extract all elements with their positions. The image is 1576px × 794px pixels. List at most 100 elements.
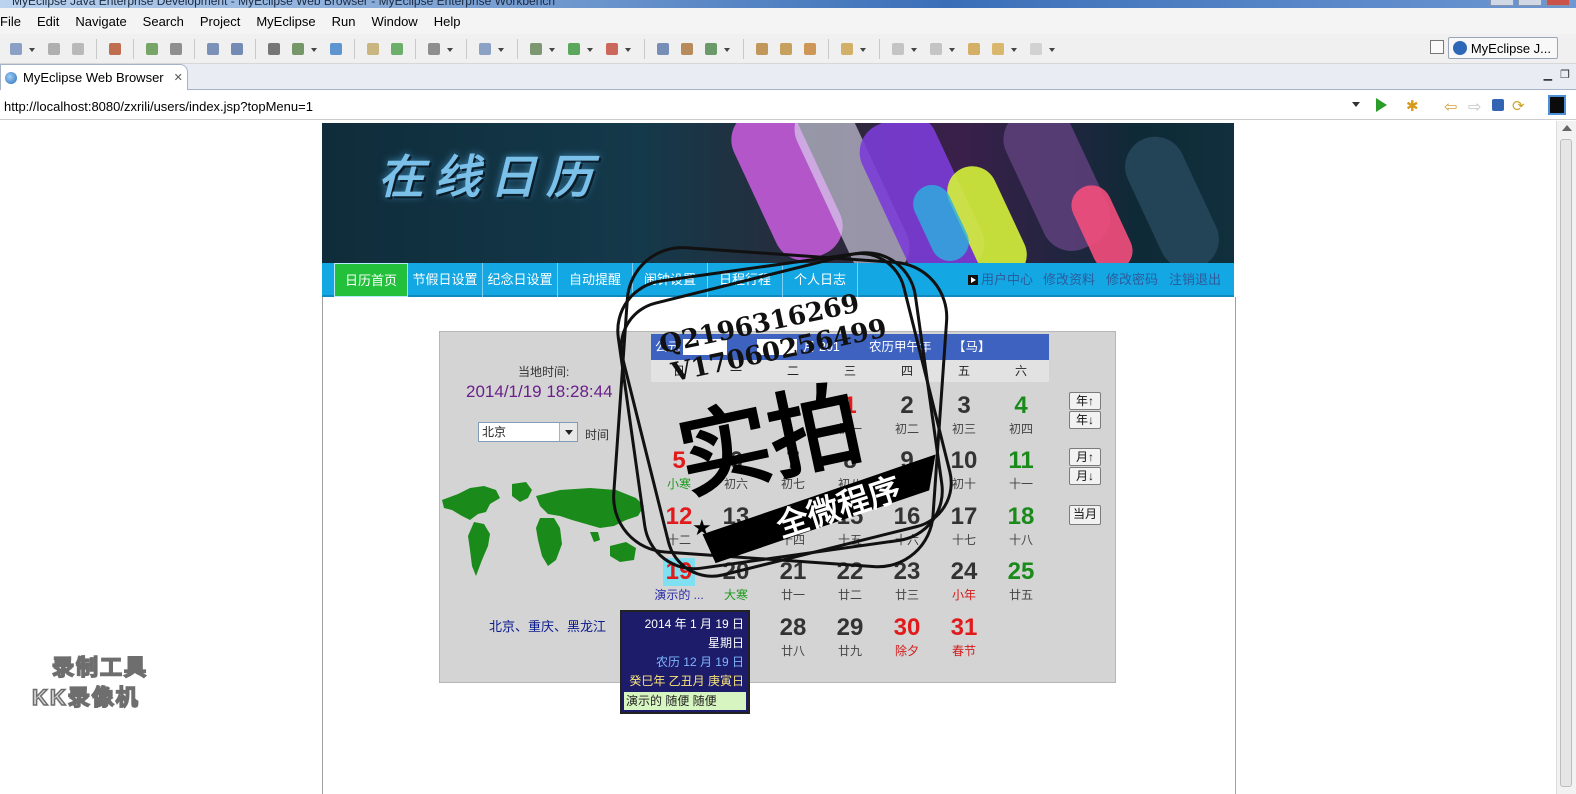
nav-edit-profile[interactable]: 修改资料	[1043, 263, 1095, 297]
report-icon[interactable]	[476, 40, 494, 58]
go-icon[interactable]	[1376, 98, 1387, 112]
stop-icon[interactable]	[1492, 99, 1504, 111]
menu-edit[interactable]: Edit	[29, 14, 67, 29]
run-dropdown-icon[interactable]	[586, 40, 594, 58]
report-dropdown-icon[interactable]	[497, 40, 505, 58]
calendar-day[interactable]: 12 十二	[651, 503, 707, 547]
calendar-day[interactable]: 24 小年	[936, 558, 992, 602]
run-icon[interactable]	[565, 40, 583, 58]
menu-window[interactable]: Window	[363, 14, 425, 29]
save-icon[interactable]	[45, 40, 63, 58]
deploy-icon[interactable]	[265, 40, 283, 58]
new-dropdown-icon[interactable]	[28, 40, 36, 58]
calendar-day[interactable]: 28 廿八	[765, 614, 821, 658]
nav-change-password[interactable]: 修改密码	[1106, 263, 1158, 297]
calendar-day[interactable]: 3 初三	[936, 392, 992, 436]
wizard-icon[interactable]	[204, 40, 222, 58]
current-month-button[interactable]: 当月	[1069, 505, 1101, 525]
run-server-icon[interactable]	[289, 40, 307, 58]
external-tools-icon[interactable]	[603, 40, 621, 58]
calendar-day[interactable]: 25 廿五	[993, 558, 1049, 602]
nav-alarm-settings[interactable]: 闹钟设置	[633, 263, 708, 297]
calendar-day[interactable]: 17 十七	[936, 503, 992, 547]
browser-back-icon[interactable]: ⇦	[1444, 97, 1460, 116]
calendar-day[interactable]: 11 十一	[993, 447, 1049, 491]
forward-icon[interactable]	[1027, 40, 1045, 58]
nav-personal-diary[interactable]: 个人日志	[783, 263, 858, 297]
open-task-icon[interactable]	[801, 40, 819, 58]
calendar-day[interactable]: 29 廿九	[822, 614, 878, 658]
debug-icon[interactable]	[527, 40, 545, 58]
calendar-day[interactable]: 13 十三	[708, 503, 764, 547]
refresh-dropdown-icon[interactable]	[723, 40, 731, 58]
perspective-button[interactable]: MyEclipse J...	[1447, 37, 1558, 59]
calendar-day[interactable]: 4 初四	[993, 392, 1049, 436]
nav-logout[interactable]: 注销退出	[1169, 263, 1221, 297]
open-type-icon[interactable]	[753, 40, 771, 58]
nav-auto-reminder[interactable]: 自动提醒	[558, 263, 633, 297]
calendar-day[interactable]: 23 廿三	[879, 558, 935, 602]
calendar-day[interactable]: 30 除夕	[879, 614, 935, 658]
server-icon[interactable]	[167, 40, 185, 58]
nav-holiday-settings[interactable]: 节假日设置	[408, 263, 483, 297]
print-icon[interactable]	[69, 40, 87, 58]
nav-user-center[interactable]: 用户中心	[981, 263, 1033, 297]
minimize-button[interactable]	[1490, 0, 1514, 6]
new-package-icon[interactable]	[678, 40, 696, 58]
package-icon[interactable]	[106, 40, 124, 58]
menu-project[interactable]: Project	[192, 14, 248, 29]
month-down-button[interactable]: 月↓	[1069, 467, 1101, 485]
new-class-icon[interactable]	[654, 40, 672, 58]
favorites-icon[interactable]	[1406, 97, 1422, 113]
search-file-icon[interactable]	[228, 40, 246, 58]
menu-file[interactable]: File	[0, 14, 29, 29]
tab-web-browser[interactable]: MyEclipse Web Browser ✕	[0, 64, 188, 90]
maximize-view-icon[interactable]: ❐	[1560, 68, 1570, 81]
nav-schedule[interactable]: 日程行程	[708, 263, 783, 297]
calendar-day[interactable]: 16 十六	[879, 503, 935, 547]
folder-icon[interactable]	[838, 40, 856, 58]
url-input[interactable]	[4, 96, 1364, 116]
scroll-up-icon[interactable]	[1562, 125, 1572, 131]
calendar-day[interactable]: 20 大寒	[708, 558, 764, 602]
minimize-view-icon[interactable]: ▁	[1544, 68, 1552, 81]
nav-anniversary-settings[interactable]: 纪念日设置	[483, 263, 558, 297]
menu-help[interactable]: Help	[426, 14, 469, 29]
scroll-thumb[interactable]	[1560, 139, 1572, 787]
calendar-day[interactable]: 19 演示的 ...	[651, 558, 707, 602]
calendar-day[interactable]: 21 廿一	[765, 558, 821, 602]
calendar-day[interactable]: 8 初八	[822, 447, 878, 491]
browser-forward-icon[interactable]: ⇨	[1468, 97, 1484, 116]
close-window-button[interactable]	[1546, 0, 1570, 6]
year-down-button[interactable]: 年↓	[1069, 411, 1101, 429]
vertical-scrollbar[interactable]	[1556, 121, 1576, 794]
menu-search[interactable]: Search	[135, 14, 192, 29]
menu-run[interactable]: Run	[324, 14, 364, 29]
calendar-day[interactable]: 5 小寒	[651, 447, 707, 491]
calendar-day[interactable]: 10 初十	[936, 447, 992, 491]
calendar-day[interactable]: 7 初七	[765, 447, 821, 491]
nav-calendar-home[interactable]: 日历首页	[334, 263, 408, 297]
browser-globe-icon[interactable]	[327, 40, 345, 58]
forward-dropdown-icon[interactable]	[1048, 40, 1056, 58]
run-server-dropdown-icon[interactable]	[310, 40, 318, 58]
year-input[interactable]	[683, 339, 727, 355]
month-input[interactable]	[757, 339, 797, 355]
calendar-day[interactable]: 22 廿二	[822, 558, 878, 602]
open-perspective-icon[interactable]	[1430, 40, 1444, 54]
next-annotation-icon[interactable]	[889, 40, 907, 58]
calendar-day[interactable]: 18 十八	[993, 503, 1049, 547]
calendar-day[interactable]: 2 初二	[879, 392, 935, 436]
prev-annotation-icon[interactable]	[927, 40, 945, 58]
next-annotation-dropdown-icon[interactable]	[910, 40, 918, 58]
debug-dropdown-icon[interactable]	[548, 40, 556, 58]
url-history-dropdown-icon[interactable]	[1352, 102, 1360, 107]
menu-myeclipse[interactable]: MyEclipse	[248, 14, 323, 29]
calendar-day[interactable]: 15 十五	[822, 503, 878, 547]
external-tools-dropdown-icon[interactable]	[624, 40, 632, 58]
back-dropdown-icon[interactable]	[1010, 40, 1018, 58]
menu-navigate[interactable]: Navigate	[67, 14, 134, 29]
prev-annotation-dropdown-icon[interactable]	[948, 40, 956, 58]
month-up-button[interactable]: 月↑	[1069, 448, 1101, 466]
bug-icon[interactable]	[143, 40, 161, 58]
